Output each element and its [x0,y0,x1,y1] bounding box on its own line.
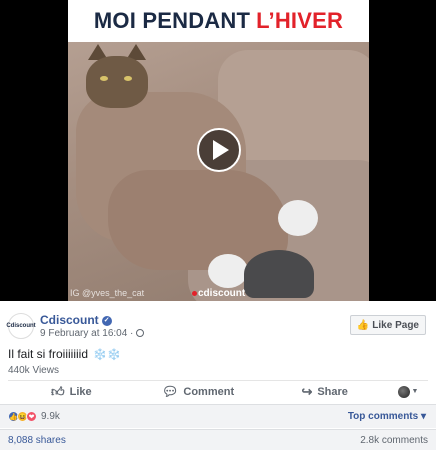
globe-icon [136,329,145,338]
cat-paw-right [278,200,318,236]
engagement-footer: 8,088 shares 2.8k comments [0,429,436,450]
snowflake-emoji: ❄️❄️ [93,349,121,361]
page-name-link[interactable]: Cdiscount ✓ [40,313,112,327]
like-page-button[interactable]: 👍 Like Page [349,315,426,335]
thumbs-up-outline-icon: 👍︎ [51,383,65,399]
post-body: Cdiscount Cdiscount ✓ 9 February at 16:04… [0,301,436,450]
brand-dot-icon [192,291,197,296]
instagram-watermark: IG @yves_the_cat [70,288,145,298]
love-reaction-icon[interactable]: ❤ [26,411,37,422]
page-name: Cdiscount [40,313,99,327]
post-as-selector[interactable]: ▼ [388,385,428,398]
video-player[interactable]: MOI PENDANT L’HIVER IG @yves_the_cat cdi… [0,0,436,301]
video-title-accent: L’HIVER [256,8,344,33]
cat-eye-right [124,76,132,81]
cat-eye-left [100,76,108,81]
like-label: Like [69,385,92,398]
cat-paw-left [208,254,248,288]
post-meta: 9 February at 16:04 · [40,328,145,339]
like-button[interactable]: 👍︎ Like [8,384,135,400]
share-arrow-icon: ↪ [301,383,313,399]
top-comments-dropdown[interactable]: Top comments ▾ [348,411,426,422]
user-avatar [397,385,410,398]
post-header: Cdiscount Cdiscount ✓ 9 February at 16:04… [6,311,428,341]
play-button[interactable] [197,128,241,172]
brand-watermark-text: cdiscount [198,288,246,299]
reaction-count[interactable]: 9.9k [41,411,60,422]
caret-down-icon: ▼ [411,388,419,395]
comment-button[interactable]: 💬︎ Comment [135,384,262,400]
comment-label: Comment [183,385,235,398]
video-title-main: MOI PENDANT [93,8,251,33]
share-button[interactable]: ↪ Share [261,384,388,400]
kitten [244,250,314,298]
action-bar: 👍︎ Like 💬︎ Comment ↪ Share ▼ [8,380,428,402]
view-count: 440k Views [8,365,59,376]
play-icon [213,140,229,160]
like-page-label: Like Page [372,319,419,331]
verified-badge-icon: ✓ [101,315,112,326]
thumbs-up-icon: 👍 [356,319,370,331]
brand-watermark: cdiscount [192,288,245,299]
share-count[interactable]: 8,088 shares [8,435,66,446]
share-label: Share [317,385,348,398]
video-title-banner: MOI PENDANT L’HIVER [68,0,369,42]
cat-head [86,56,148,108]
comment-count[interactable]: 2.8k comments [360,435,428,446]
avatar-logo-text: Cdiscount [6,323,36,329]
page-avatar[interactable]: Cdiscount [6,313,36,339]
post-date[interactable]: 9 February at 16:04 · [40,328,133,339]
caption-text: Il fait si froiiiiiiid [8,347,89,361]
comment-bubble-icon: 💬︎ [161,383,179,399]
post-caption: Il fait si froiiiiiiid ❄️❄️ [8,347,121,361]
reactions-bar: 👍 😆 ❤ 9.9k Top comments ▾ [0,404,436,428]
